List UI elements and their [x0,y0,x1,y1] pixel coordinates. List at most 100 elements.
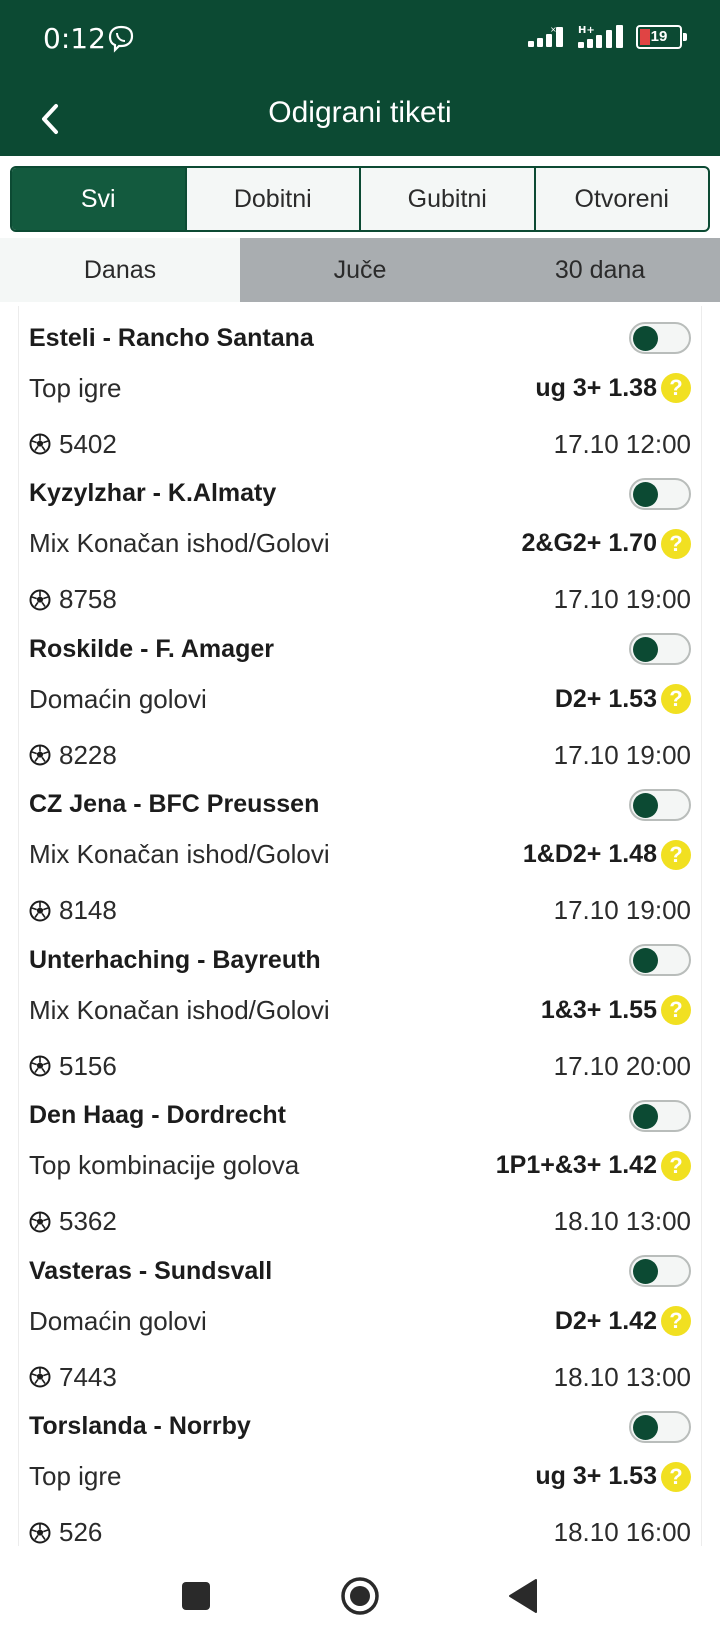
soccer-ball-icon [29,589,51,610]
help-icon[interactable]: ? [661,1150,691,1181]
help-icon[interactable]: ? [661,995,691,1025]
svg-text:×: × [550,25,557,34]
network-type-label: H+ [578,25,595,36]
help-icon[interactable]: ? [661,528,691,559]
tab-30-dana[interactable]: 30 dana [480,238,720,302]
pick: 1&3+ 1.55 ? [541,995,691,1025]
cellular-signal-icon: H+ [578,25,623,48]
tab-svi[interactable]: Svi [12,168,187,230]
toggle-knob [633,637,658,662]
status-bar: 0:12 × H+ 19 [0,0,720,78]
match-datetime: 17.10 19:00 [553,584,691,614]
pick: D2+ 1.53 ? [555,684,691,714]
pick-odds: ug 3+ 1.53 [535,1462,657,1490]
match-toggle[interactable] [629,1099,691,1132]
list-item: Unterhaching - Bayreuth Mix Konačan isho… [19,928,701,1084]
code-wrap: 7443 [29,1362,117,1393]
code-wrap: 526 [29,1517,102,1546]
status-time: 0:12 [43,22,106,55]
match-datetime: 18.10 13:00 [553,1206,691,1236]
help-icon[interactable]: ? [661,684,691,714]
pick-odds: D2+ 1.53 [554,684,657,713]
match-datetime: 17.10 19:00 [553,739,691,770]
recent-apps-icon[interactable] [176,1576,216,1616]
pick: 1P1+&3+ 1.42 ? [495,1150,691,1181]
wifi-signal-icon: × [528,25,563,47]
pick-odds: 2&G2+ 1.70 [521,529,657,557]
list-item: Torslanda - Norrby Top igre ug 3+ 1.53 ?… [19,1395,701,1546]
match-datetime: 17.10 12:00 [553,428,691,459]
toggle-knob [633,1414,658,1440]
match-datetime: 17.10 19:00 [553,895,691,925]
code-wrap: 8228 [29,740,117,771]
tab-otvoreni[interactable]: Otvoreni [536,168,709,230]
soccer-ball-icon [29,433,51,455]
soccer-ball-icon [29,900,51,921]
pick-odds: 1P1+&3+ 1.42 [495,1151,657,1179]
soccer-ball-icon [29,1522,51,1543]
help-icon[interactable]: ? [661,1306,691,1336]
pick: ug 3+ 1.38 ? [535,373,691,403]
list-item: Den Haag - Dordrecht Top kombinacije gol… [19,1084,701,1240]
tab-gubitni[interactable]: Gubitni [361,168,536,230]
status-icons: × H+ 19 [528,24,687,50]
soccer-ball-icon [29,744,51,766]
tab-dobitni[interactable]: Dobitni [187,168,361,230]
match-code: 8758 [59,584,117,614]
pick-odds: 1&D2+ 1.48 [522,840,657,868]
market-name: Mix Konačan ishod/Golovi [29,839,330,869]
match-name: CZ Jena - BFC Preussen [29,790,320,818]
match-name: Den Haag - Dordrecht [29,1101,286,1129]
pick-odds: D2+ 1.42 [554,1306,657,1335]
code-wrap: 8148 [29,895,117,926]
pick: D2+ 1.42 ? [555,1306,691,1336]
soccer-ball-icon [29,1211,51,1232]
home-icon[interactable] [340,1576,380,1616]
match-code: 8148 [59,895,117,925]
market-name: Domaćin golovi [29,683,207,714]
match-code: 5362 [59,1206,117,1236]
match-toggle[interactable] [629,1410,691,1443]
soccer-ball-icon [29,1055,51,1077]
match-code: 5402 [59,428,117,459]
market-name: Mix Konačan ishod/Golovi [29,528,330,558]
app-bar: Odigrani tiketi [0,78,720,156]
match-datetime: 18.10 13:00 [553,1361,691,1392]
tab-danas[interactable]: Danas [0,238,240,302]
match-name: Torslanda - Norrby [29,1412,251,1440]
code-wrap: 8758 [29,584,117,615]
match-toggle[interactable] [629,633,691,665]
help-icon[interactable]: ? [661,373,691,403]
toggle-knob [633,1103,658,1129]
help-icon[interactable]: ? [661,1461,691,1492]
soccer-ball-icon [29,1366,51,1388]
match-name: Roskilde - F. Amager [29,634,274,663]
tab-juce[interactable]: Juče [240,238,480,302]
match-toggle[interactable] [629,477,691,510]
match-code: 526 [59,1517,103,1546]
list-item: CZ Jena - BFC Preussen Mix Konačan ishod… [19,773,701,929]
list-item: Roskilde - F. Amager Domaćin golovi D2+ … [19,617,701,773]
match-toggle[interactable] [629,322,691,354]
code-wrap: 5402 [29,429,117,460]
match-toggle[interactable] [629,788,691,821]
market-name: Domaćin golovi [29,1305,207,1336]
match-datetime: 18.10 16:00 [553,1517,691,1546]
system-back-icon[interactable] [504,1576,544,1616]
ticket-list[interactable]: Esteli - Rancho Santana Top igre ug 3+ 1… [18,306,702,1546]
help-icon[interactable]: ? [661,839,691,870]
market-name: Top kombinacije golova [29,1150,300,1180]
market-name: Top igre [29,1461,122,1491]
list-item: Esteli - Rancho Santana Top igre ug 3+ 1… [19,306,701,462]
match-toggle[interactable] [629,944,691,976]
market-name: Top igre [29,372,122,403]
pick: ug 3+ 1.53 ? [535,1461,691,1492]
match-code: 7443 [59,1361,117,1392]
match-toggle[interactable] [629,1255,691,1287]
market-name: Mix Konačan ishod/Golovi [29,994,330,1025]
match-datetime: 17.10 20:00 [553,1050,691,1081]
page-title: Odigrani tiketi [268,96,452,129]
list-item: Kyzylzhar - K.Almaty Mix Konačan ishod/G… [19,462,701,618]
battery-icon: 19 [636,25,687,49]
match-code: 5156 [59,1050,117,1081]
